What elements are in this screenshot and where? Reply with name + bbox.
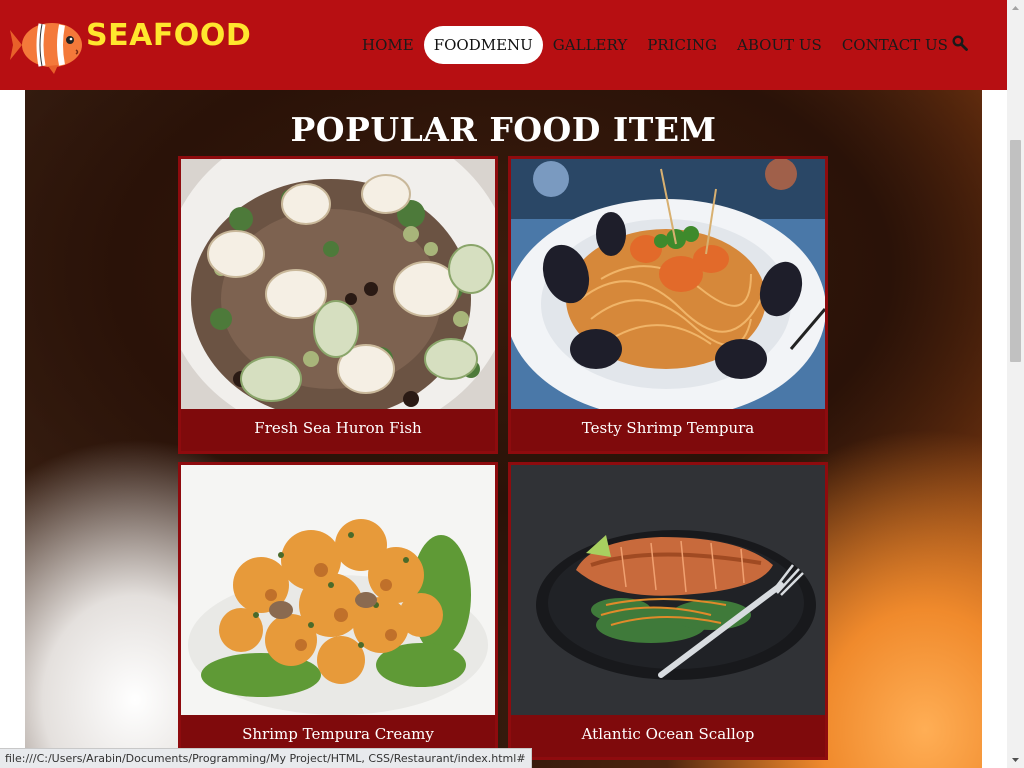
food-card-caption: Fresh Sea Huron Fish	[181, 409, 495, 451]
header-navbar: SEAFOOD HOME FOODMENU GALLERY PRICING AB…	[0, 0, 1007, 90]
food-card[interactable]: Shrimp Tempura Creamy	[178, 462, 498, 760]
popular-food-section	[25, 90, 982, 768]
scroll-down-arrow-icon[interactable]	[1007, 751, 1024, 768]
food-image-scallops[interactable]	[181, 159, 495, 409]
nav-pricing[interactable]: PRICING	[637, 26, 727, 64]
scroll-thumb[interactable]	[1010, 140, 1021, 362]
search-icon[interactable]	[952, 35, 968, 51]
main-nav: HOME FOODMENU GALLERY PRICING ABOUT US C…	[352, 26, 958, 64]
food-card[interactable]: Fresh Sea Huron Fish	[178, 156, 498, 454]
nav-home[interactable]: HOME	[352, 26, 424, 64]
scroll-up-arrow-icon[interactable]	[1007, 0, 1024, 17]
food-image-shrimp-tempura[interactable]	[181, 465, 495, 715]
nav-contact-us[interactable]: CONTACT US	[832, 26, 958, 64]
food-card-caption: Testy Shrimp Tempura	[511, 409, 825, 451]
nav-about-us[interactable]: ABOUT US	[727, 26, 832, 64]
food-card[interactable]: Testy Shrimp Tempura	[508, 156, 828, 454]
section-title: POPULAR FOOD ITEM	[290, 110, 717, 149]
food-card[interactable]: Atlantic Ocean Scallop	[508, 462, 828, 760]
food-image-seafood-pasta[interactable]	[511, 159, 825, 409]
fish-logo-icon[interactable]	[8, 14, 84, 76]
brand-name[interactable]: SEAFOOD	[86, 18, 251, 53]
status-bar-url: file:///C:/Users/Arabin/Documents/Progra…	[0, 748, 532, 768]
food-card-caption: Atlantic Ocean Scallop	[511, 715, 825, 757]
nav-foodmenu[interactable]: FOODMENU	[423, 26, 543, 64]
food-image-salmon[interactable]	[511, 465, 825, 715]
vertical-scrollbar[interactable]	[1007, 0, 1024, 768]
nav-gallery[interactable]: GALLERY	[543, 26, 637, 64]
